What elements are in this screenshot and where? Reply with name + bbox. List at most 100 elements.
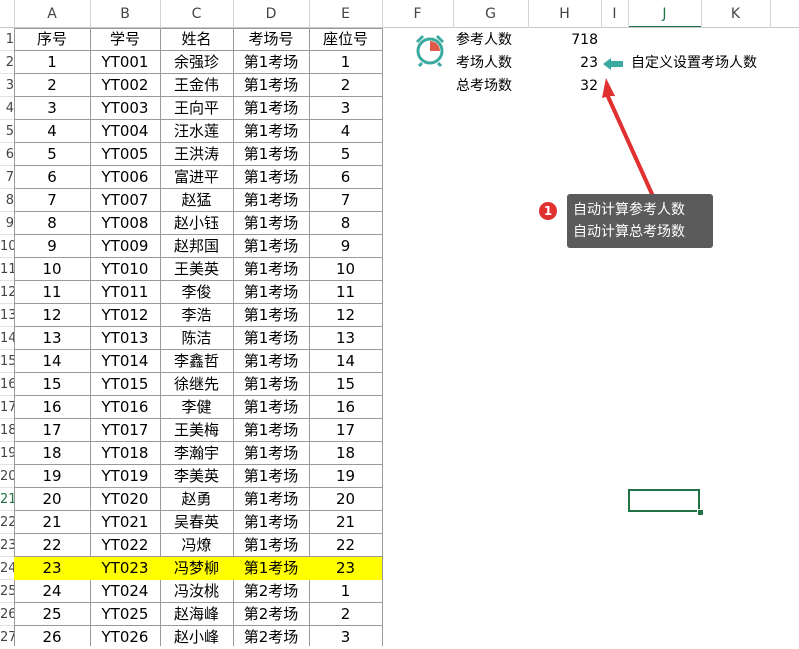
- table-cell[interactable]: YT017: [90, 419, 160, 442]
- table-cell[interactable]: 李鑫哲: [160, 350, 233, 373]
- table-cell[interactable]: 23: [309, 557, 382, 580]
- row-header-11[interactable]: 11: [0, 258, 14, 281]
- table-header-cell[interactable]: 考场号: [233, 28, 309, 51]
- table-cell[interactable]: 2: [309, 74, 382, 97]
- column-header-c[interactable]: C: [160, 0, 233, 28]
- column-header-g[interactable]: G: [453, 0, 528, 28]
- table-cell[interactable]: 19: [14, 465, 90, 488]
- table-cell[interactable]: 第1考场: [233, 74, 309, 97]
- table-cell[interactable]: 赵邦国: [160, 235, 233, 258]
- table-cell[interactable]: 9: [309, 235, 382, 258]
- row-header-2[interactable]: 2: [0, 51, 14, 74]
- table-cell[interactable]: 25: [14, 603, 90, 626]
- table-cell[interactable]: 第1考场: [233, 534, 309, 557]
- table-cell[interactable]: YT018: [90, 442, 160, 465]
- table-cell[interactable]: YT021: [90, 511, 160, 534]
- fill-handle[interactable]: [697, 509, 704, 516]
- table-cell[interactable]: 第1考场: [233, 281, 309, 304]
- table-cell[interactable]: 20: [309, 488, 382, 511]
- table-cell[interactable]: 24: [14, 580, 90, 603]
- table-cell[interactable]: YT024: [90, 580, 160, 603]
- column-header-h[interactable]: H: [528, 0, 601, 28]
- table-cell[interactable]: 5: [14, 143, 90, 166]
- table-cell[interactable]: YT016: [90, 396, 160, 419]
- table-cell[interactable]: 11: [14, 281, 90, 304]
- row-header-6[interactable]: 6: [0, 143, 14, 166]
- row-header-16[interactable]: 16: [0, 373, 14, 396]
- row-header-22[interactable]: 22: [0, 511, 14, 534]
- table-cell[interactable]: 王美英: [160, 258, 233, 281]
- table-cell[interactable]: 17: [14, 419, 90, 442]
- row-header-18[interactable]: 18: [0, 419, 14, 442]
- table-cell[interactable]: 赵猛: [160, 189, 233, 212]
- table-cell[interactable]: 19: [309, 465, 382, 488]
- table-cell[interactable]: 7: [309, 189, 382, 212]
- table-cell[interactable]: 13: [309, 327, 382, 350]
- table-cell[interactable]: 1: [309, 580, 382, 603]
- table-cell[interactable]: YT010: [90, 258, 160, 281]
- row-header-9[interactable]: 9: [0, 212, 14, 235]
- row-header-25[interactable]: 25: [0, 580, 14, 603]
- table-cell[interactable]: 12: [309, 304, 382, 327]
- column-header-e[interactable]: E: [309, 0, 382, 28]
- table-cell[interactable]: 第1考场: [233, 258, 309, 281]
- table-header-cell[interactable]: 学号: [90, 28, 160, 51]
- row-header-3[interactable]: 3: [0, 74, 14, 97]
- table-cell[interactable]: 第1考场: [233, 189, 309, 212]
- table-cell[interactable]: 2: [14, 74, 90, 97]
- row-header-12[interactable]: 12: [0, 281, 14, 304]
- table-cell[interactable]: YT020: [90, 488, 160, 511]
- table-cell[interactable]: 18: [309, 442, 382, 465]
- table-cell[interactable]: YT019: [90, 465, 160, 488]
- table-cell[interactable]: 1: [309, 51, 382, 74]
- table-cell[interactable]: 5: [309, 143, 382, 166]
- column-header-k[interactable]: K: [701, 0, 770, 28]
- table-cell[interactable]: 15: [14, 373, 90, 396]
- table-cell[interactable]: 汪水莲: [160, 120, 233, 143]
- row-header-26[interactable]: 26: [0, 603, 14, 626]
- table-header-cell[interactable]: 姓名: [160, 28, 233, 51]
- table-cell[interactable]: 8: [309, 212, 382, 235]
- column-header-a[interactable]: A: [14, 0, 90, 28]
- table-cell[interactable]: 第1考场: [233, 465, 309, 488]
- table-cell[interactable]: 4: [14, 120, 90, 143]
- table-header-cell[interactable]: 序号: [14, 28, 90, 51]
- select-all-corner[interactable]: [0, 0, 14, 28]
- row-header-4[interactable]: 4: [0, 97, 14, 120]
- table-cell[interactable]: 冯汝桃: [160, 580, 233, 603]
- table-cell[interactable]: 20: [14, 488, 90, 511]
- table-cell[interactable]: 赵小钰: [160, 212, 233, 235]
- table-cell[interactable]: 王洪涛: [160, 143, 233, 166]
- row-header-7[interactable]: 7: [0, 166, 14, 189]
- row-header-15[interactable]: 15: [0, 350, 14, 373]
- table-cell[interactable]: 第1考场: [233, 51, 309, 74]
- table-cell[interactable]: 6: [14, 166, 90, 189]
- total-examinees-value[interactable]: 718: [538, 29, 598, 52]
- table-cell[interactable]: 李浩: [160, 304, 233, 327]
- table-cell[interactable]: 李健: [160, 396, 233, 419]
- row-header-14[interactable]: 14: [0, 327, 14, 350]
- table-cell[interactable]: 第1考场: [233, 373, 309, 396]
- table-cell[interactable]: 第1考场: [233, 235, 309, 258]
- table-cell[interactable]: 第1考场: [233, 442, 309, 465]
- table-cell[interactable]: 23: [14, 557, 90, 580]
- table-cell[interactable]: 8: [14, 212, 90, 235]
- table-cell[interactable]: 11: [309, 281, 382, 304]
- table-cell[interactable]: 王美梅: [160, 419, 233, 442]
- table-cell[interactable]: 10: [309, 258, 382, 281]
- table-cell[interactable]: 21: [14, 511, 90, 534]
- table-cell[interactable]: 赵勇: [160, 488, 233, 511]
- row-header-17[interactable]: 17: [0, 396, 14, 419]
- table-cell[interactable]: 余强珍: [160, 51, 233, 74]
- column-header-i[interactable]: I: [601, 0, 628, 28]
- table-cell[interactable]: 第1考场: [233, 350, 309, 373]
- column-header-j[interactable]: J: [628, 0, 701, 28]
- row-header-1[interactable]: 1: [0, 28, 14, 51]
- total-rooms-value[interactable]: 32: [538, 75, 598, 98]
- table-cell[interactable]: 第1考场: [233, 120, 309, 143]
- table-cell[interactable]: 第1考场: [233, 212, 309, 235]
- row-header-8[interactable]: 8: [0, 189, 14, 212]
- table-header-cell[interactable]: 座位号: [309, 28, 382, 51]
- table-cell[interactable]: 3: [309, 97, 382, 120]
- table-cell[interactable]: 冯梦柳: [160, 557, 233, 580]
